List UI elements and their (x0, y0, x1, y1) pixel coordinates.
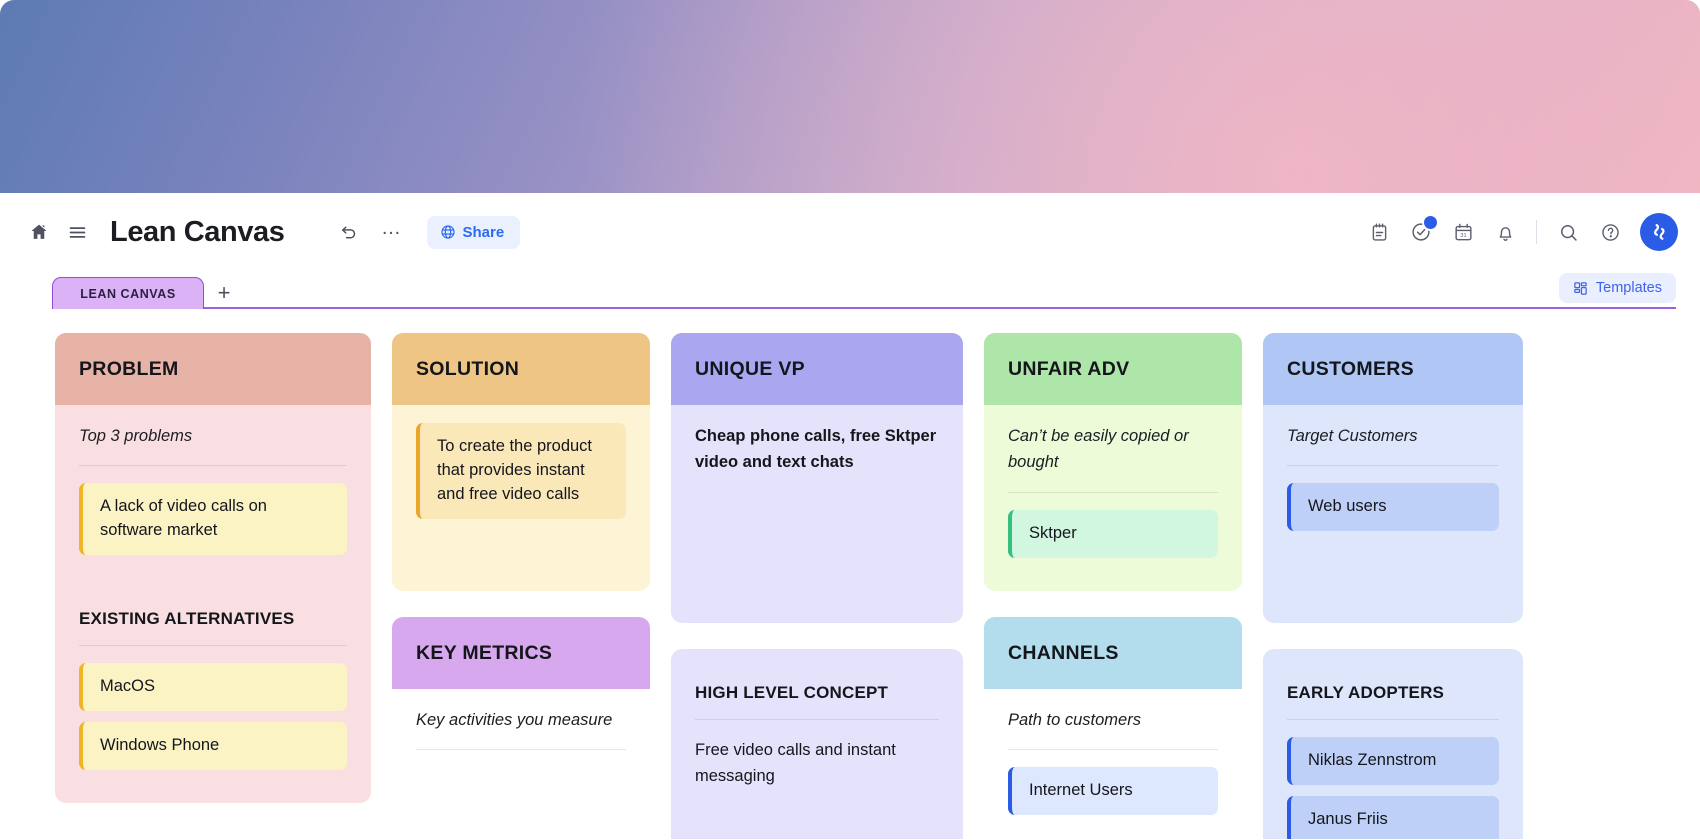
card-title-unique-vp: UNIQUE VP (671, 333, 963, 405)
app-header: Lean Canvas … Share 31 (0, 193, 1700, 271)
avatar[interactable] (1640, 213, 1678, 251)
card-hint-channels: Path to customers (1008, 711, 1141, 729)
note-item[interactable]: Windows Phone (79, 722, 347, 770)
card-channels[interactable]: CHANNELS Path to customers Internet User… (984, 617, 1242, 839)
note-item[interactable]: Janus Friis (1287, 795, 1499, 839)
divider (1008, 749, 1218, 751)
templates-label: Templates (1595, 280, 1662, 296)
note-item[interactable]: MacOS (79, 663, 347, 712)
divider (79, 645, 347, 647)
card-spacer (79, 566, 347, 609)
notification-dot-badge (1422, 214, 1439, 231)
search-icon[interactable] (1548, 212, 1588, 252)
add-view-button[interactable]: + (204, 277, 244, 309)
card-hint-problem: Top 3 problems (79, 427, 193, 445)
bell-icon[interactable] (1485, 212, 1525, 252)
check-circle-icon[interactable] (1401, 212, 1441, 252)
divider (416, 749, 626, 751)
divider (1287, 719, 1499, 720)
note-item[interactable]: To create the product that provides inst… (416, 423, 626, 519)
card-text-high-level-concept: Free video calls and instant messaging (695, 741, 896, 786)
share-label: Share (462, 223, 505, 241)
card-hint-unfair-adv: Can’t be easily copied or bought (1008, 427, 1189, 472)
help-circle-icon[interactable] (1590, 212, 1630, 252)
share-button[interactable]: Share (426, 215, 521, 249)
divider (1287, 465, 1499, 467)
more-options-button[interactable]: … (373, 213, 411, 251)
column-unique-vp: UNIQUE VP Cheap phone calls, free Sktper… (671, 333, 963, 839)
card-problem[interactable]: PROBLEM Top 3 problems A lack of video c… (55, 333, 371, 803)
lean-canvas-board: PROBLEM Top 3 problems A lack of video c… (0, 309, 1700, 839)
card-unique-vp[interactable]: UNIQUE VP Cheap phone calls, free Sktper… (671, 333, 963, 623)
card-unfair-adv[interactable]: UNFAIR ADV Can’t be easily copied or bou… (984, 333, 1242, 591)
templates-button[interactable]: Templates (1558, 273, 1676, 303)
tab-lean-canvas[interactable]: LEAN CANVAS (52, 277, 204, 309)
card-title-unfair-adv: UNFAIR ADV (984, 333, 1242, 405)
card-text-unique-vp: Cheap phone calls, free Sktper video and… (695, 427, 937, 472)
divider (79, 465, 347, 467)
card-title-key-metrics: KEY METRICS (392, 617, 650, 689)
subsection-title-existing-alternatives: EXISTING ALTERNATIVES (79, 609, 295, 629)
view-tab-bar: LEAN CANVAS + Templates (0, 271, 1700, 309)
header-divider (1536, 220, 1537, 244)
svg-text:31: 31 (1460, 233, 1466, 239)
column-customers: CUSTOMERS Target Customers Web users EAR… (1263, 333, 1523, 839)
divider (1008, 491, 1218, 493)
card-solution[interactable]: SOLUTION To create the product that prov… (392, 333, 650, 591)
card-title-solution: SOLUTION (392, 333, 650, 405)
note-item[interactable]: A lack of video calls on software market (79, 483, 347, 556)
card-hint-key-metrics: Key activities you measure (416, 711, 613, 729)
card-high-level-concept[interactable]: HIGH LEVEL CONCEPT Free video calls and … (671, 649, 963, 839)
page-title: Lean Canvas (110, 215, 285, 248)
subsection-title-early-adopters: EARLY ADOPTERS (1287, 683, 1445, 702)
globe-icon (440, 224, 456, 240)
hamburger-menu-icon[interactable] (58, 213, 96, 251)
note-item[interactable]: Internet Users (1008, 767, 1218, 816)
tab-label: LEAN CANVAS (80, 286, 176, 301)
calendar-31-icon[interactable]: 31 (1443, 212, 1483, 252)
card-customers[interactable]: CUSTOMERS Target Customers Web users (1263, 333, 1523, 623)
note-item[interactable]: Niklas Zennstrom (1287, 737, 1499, 785)
clipboard-icon[interactable] (1359, 212, 1399, 252)
app-window: Lean Canvas … Share 31 LEAN CANVAS + Tem… (0, 193, 1700, 840)
column-solution: SOLUTION To create the product that prov… (392, 333, 650, 839)
cover-gradient-banner (0, 0, 1700, 193)
column-unfair-advantage: UNFAIR ADV Can’t be easily copied or bou… (984, 333, 1242, 839)
card-early-adopters[interactable]: EARLY ADOPTERS Niklas Zennstrom Janus Fr… (1263, 649, 1523, 839)
card-key-metrics[interactable]: KEY METRICS Key activities you measure (392, 617, 650, 839)
card-hint-customers: Target Customers (1287, 427, 1418, 445)
card-title-customers: CUSTOMERS (1263, 333, 1523, 405)
column-problem: PROBLEM Top 3 problems A lack of video c… (55, 333, 371, 839)
subsection-title-high-level-concept: HIGH LEVEL CONCEPT (695, 683, 889, 702)
card-title-channels: CHANNELS (984, 617, 1242, 689)
undo-arrow-icon[interactable] (329, 213, 367, 251)
divider (695, 719, 939, 720)
grid-templates-icon (1573, 281, 1588, 296)
note-item[interactable]: Web users (1287, 483, 1499, 532)
card-title-problem: PROBLEM (55, 333, 371, 405)
note-item[interactable]: Sktper (1008, 509, 1218, 558)
home-icon[interactable] (20, 213, 58, 251)
